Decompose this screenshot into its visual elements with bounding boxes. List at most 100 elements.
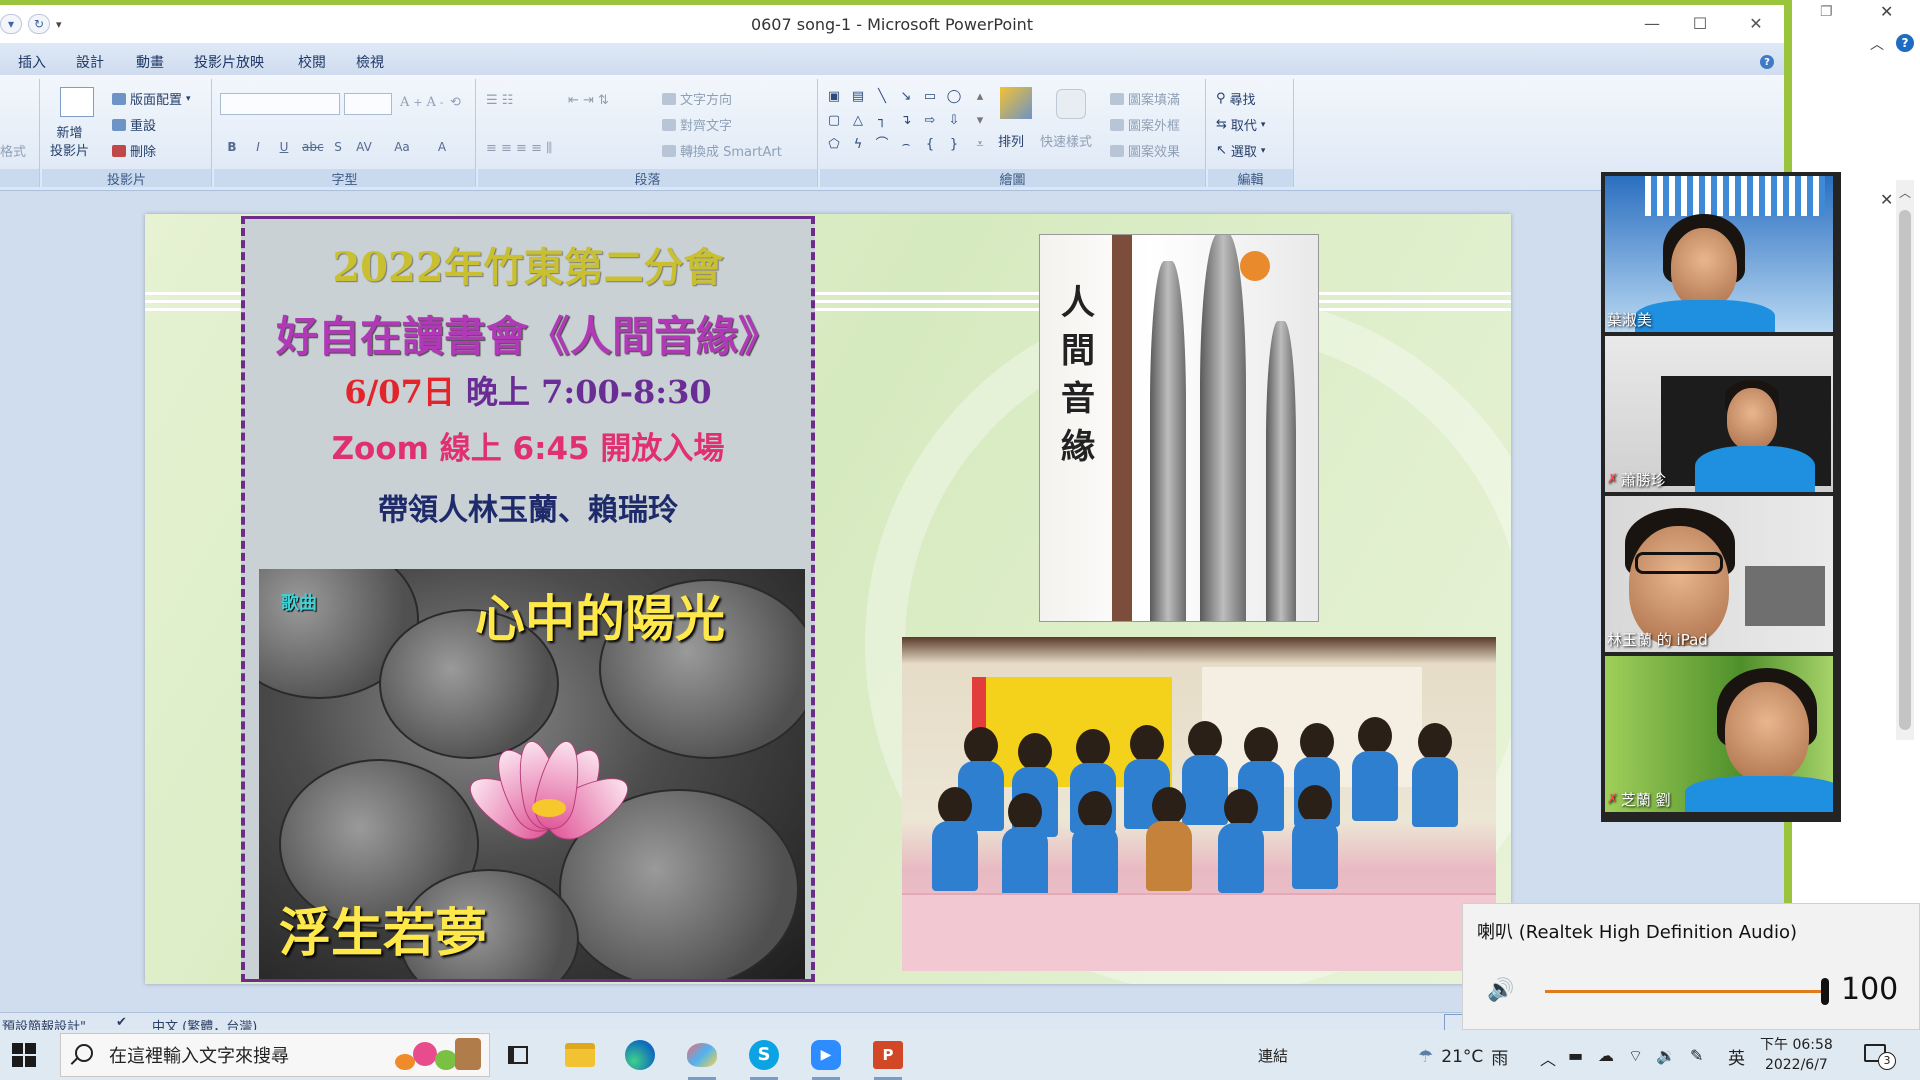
elbow-arrow-shape-icon[interactable]: ↴ xyxy=(898,113,914,129)
arrange-button[interactable]: 排列 xyxy=(998,131,1024,150)
weather-widget[interactable]: ☂ 21°C 雨 xyxy=(1418,1044,1508,1070)
spellcheck-icon[interactable]: ✔ xyxy=(116,1015,127,1030)
shape-outline-button[interactable]: 圖案外框 xyxy=(1110,115,1180,134)
layout-button[interactable]: 版面配置 ▾ xyxy=(112,89,191,108)
skype-icon[interactable]: S xyxy=(746,1037,782,1080)
help-icon[interactable]: ? xyxy=(1760,55,1774,69)
chevron-up-icon[interactable]: ︿ xyxy=(1870,34,1884,54)
right-brace-shape-icon[interactable]: } xyxy=(946,137,962,153)
volume-slider-thumb[interactable] xyxy=(1821,978,1829,1005)
tab-slideshow[interactable]: 投影片放映 xyxy=(194,52,264,72)
info-panel[interactable]: 2022年竹東第二分會 好自在讀書會《人間音緣》 6/07日 晚上 7:00-8… xyxy=(241,216,815,982)
quick-styles-icon[interactable] xyxy=(1056,89,1086,119)
battery-icon[interactable]: ▬ xyxy=(1568,1046,1583,1065)
tab-review[interactable]: 校閱 xyxy=(298,52,326,72)
maximize-button[interactable]: ☐ xyxy=(1680,11,1720,35)
curve-shape-icon[interactable]: ⌒ xyxy=(874,137,890,153)
arc-shape-icon[interactable]: ⌢ xyxy=(898,137,914,153)
tab-animations[interactable]: 動畫 xyxy=(136,52,164,72)
pentagon-shape-icon[interactable]: ⬠ xyxy=(826,137,842,153)
event-time[interactable]: 6/07日 晚上 7:00-8:30 xyxy=(245,367,811,413)
scrollbar-thumb[interactable] xyxy=(1899,210,1911,730)
rounded-rect-shape-icon[interactable]: ▢ xyxy=(826,113,842,129)
onedrive-cloud-icon[interactable]: ☁ xyxy=(1598,1046,1614,1065)
rectangle-shape-icon[interactable]: ▭ xyxy=(922,89,938,105)
triangle-shape-icon[interactable]: △ xyxy=(850,113,866,129)
elbow-connector-shape-icon[interactable]: ┐ xyxy=(874,113,890,129)
video-tile[interactable]: ✗ 蕭勝珍 xyxy=(1605,336,1833,492)
powerpoint-taskbar-icon[interactable]: P xyxy=(870,1037,906,1080)
speaker-icon[interactable]: 🔊 xyxy=(1487,978,1514,1003)
align-text-button[interactable]: 對齊文字 xyxy=(662,115,732,134)
audio-device-name[interactable]: 喇叭 (Realtek High Definition Audio) xyxy=(1477,918,1797,944)
close-icon[interactable]: ✕ xyxy=(1880,2,1893,21)
underline-icon[interactable]: U xyxy=(274,137,294,157)
format-button[interactable]: 格式 xyxy=(0,141,26,160)
group-photo[interactable] xyxy=(902,637,1496,971)
vertical-scrollbar[interactable]: ︿ xyxy=(1896,180,1914,740)
change-case-icon[interactable]: Aa xyxy=(392,137,412,157)
leaders-line[interactable]: 帶領人林玉蘭、賴瑞玲 xyxy=(245,485,811,529)
volume-tray-icon[interactable]: 🔉 xyxy=(1656,1046,1676,1065)
brace-shape-icon[interactable]: { xyxy=(922,137,938,153)
close-button[interactable]: ✕ xyxy=(1736,11,1776,35)
scroll-up-icon[interactable]: ︿ xyxy=(1899,184,1911,201)
song-title[interactable]: 心中的陽光 xyxy=(475,579,725,651)
pen-icon[interactable]: ✎ xyxy=(1690,1046,1703,1065)
tab-view[interactable]: 檢視 xyxy=(356,52,384,72)
new-slide-icon[interactable] xyxy=(60,87,94,117)
taskbar-search-box[interactable]: 在這裡輸入文字來搜尋 xyxy=(60,1033,490,1077)
reset-button[interactable]: 重設 xyxy=(112,115,156,134)
tab-insert[interactable]: 插入 xyxy=(18,52,46,72)
close-icon[interactable]: ✕ xyxy=(1880,190,1893,209)
reading-club-title[interactable]: 好自在讀書會《人間音緣》 xyxy=(245,303,811,364)
char-spacing-icon[interactable]: AV xyxy=(354,137,374,157)
video-tile[interactable]: ✗ 芝蘭 劉 xyxy=(1605,656,1833,812)
zoom-open-time[interactable]: Zoom 線上 6:45 開放入場 xyxy=(245,423,811,468)
arrange-icon[interactable] xyxy=(1000,87,1032,119)
italic-icon[interactable]: I xyxy=(248,137,268,157)
theme-name[interactable]: 預設簡報設計" xyxy=(2,1016,86,1030)
slide-canvas[interactable]: 2022年竹東第二分會 好自在讀書會《人間音緣》 6/07日 晚上 7:00-8… xyxy=(145,214,1511,984)
paint-icon[interactable] xyxy=(684,1037,720,1080)
song-subtitle[interactable]: 浮生若夢 xyxy=(279,891,487,966)
find-button[interactable]: ⚲ 尋找 xyxy=(1216,89,1256,108)
vertical-textbox-shape-icon[interactable]: ▤ xyxy=(850,89,866,105)
help-icon-2[interactable]: ? xyxy=(1896,34,1914,52)
shape-fill-button[interactable]: 圖案填滿 xyxy=(1110,89,1180,108)
tray-link-label[interactable]: 連結 xyxy=(1258,1045,1288,1066)
select-button[interactable]: ↖ 選取 ▾ xyxy=(1216,141,1265,160)
align-icons[interactable]: ≡ ≡ ≡ ≡ ⫼ xyxy=(486,141,552,156)
indent-icon[interactable]: ⇤ ⇥ ⇅ xyxy=(568,93,609,108)
lightning-shape-icon[interactable]: ϟ xyxy=(850,137,866,153)
font-name-combo[interactable] xyxy=(220,93,340,115)
show-hidden-icons-chevron-icon[interactable]: ︿ xyxy=(1540,1046,1556,1070)
edge-browser-icon[interactable] xyxy=(622,1037,658,1073)
textbox-shape-icon[interactable]: ▣ xyxy=(826,89,842,105)
lotus-song-image[interactable]: 歌曲 心中的陽光 浮生若夢 xyxy=(259,569,805,979)
text-direction-button[interactable]: 文字方向 xyxy=(662,89,732,108)
arrow-shape-icon[interactable]: ↘ xyxy=(898,89,914,105)
grow-font-icon[interactable]: A + A- xyxy=(400,95,444,110)
bullets-icon[interactable]: ☰ ☷ xyxy=(486,93,513,108)
font-size-combo[interactable] xyxy=(344,93,392,115)
task-view-icon[interactable] xyxy=(500,1037,536,1073)
minimize-button[interactable]: — xyxy=(1632,11,1672,35)
system-clock[interactable]: 下午 06:58 2022/6/7 xyxy=(1760,1035,1833,1075)
bold-icon[interactable]: B xyxy=(222,137,242,157)
shape-effects-button[interactable]: 圖案效果 xyxy=(1110,141,1180,160)
clear-format-icon[interactable]: ⟲ xyxy=(450,95,461,110)
new-slide-button[interactable]: 新增 投影片 xyxy=(50,125,89,161)
right-arrow-shape-icon[interactable]: ⇨ xyxy=(922,113,938,129)
book-cover-image[interactable]: 人間音緣 xyxy=(1039,234,1319,622)
delete-button[interactable]: 刪除 xyxy=(112,141,156,160)
file-explorer-icon[interactable] xyxy=(562,1037,598,1073)
song-tag[interactable]: 歌曲 xyxy=(281,589,317,615)
tab-design[interactable]: 設計 xyxy=(76,52,104,72)
windows-start-icon[interactable] xyxy=(12,1043,36,1067)
strikethrough-icon[interactable]: abc xyxy=(302,137,324,157)
wifi-icon[interactable]: ⌔ xyxy=(1628,1046,1643,1066)
restore-icon[interactable]: ❐ xyxy=(1820,4,1833,20)
oval-shape-icon[interactable]: ◯ xyxy=(946,89,962,105)
convert-smartart-button[interactable]: 轉換成 SmartArt xyxy=(662,141,782,160)
